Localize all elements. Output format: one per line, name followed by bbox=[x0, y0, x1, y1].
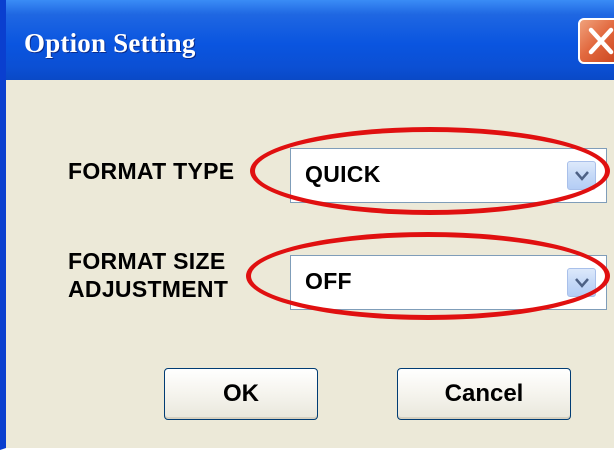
cancel-button[interactable]: Cancel bbox=[397, 368, 571, 420]
format-size-adjustment-value: OFF bbox=[305, 268, 352, 294]
format-type-value: QUICK bbox=[305, 161, 381, 187]
chevron-down-icon[interactable] bbox=[567, 161, 596, 190]
window-title: Option Setting bbox=[24, 28, 196, 58]
close-button[interactable] bbox=[578, 18, 614, 64]
format-size-adjustment-dropdown[interactable]: OFF bbox=[290, 255, 607, 310]
ok-button[interactable]: OK bbox=[164, 368, 318, 420]
format-type-dropdown[interactable]: QUICK bbox=[290, 148, 607, 203]
format-type-label: FORMAT TYPE bbox=[68, 158, 235, 184]
format-size-label-line1: FORMAT SIZE bbox=[68, 248, 226, 274]
format-size-label-line2: ADJUSTMENT bbox=[68, 276, 229, 302]
chevron-down-icon[interactable] bbox=[567, 268, 596, 297]
title-bar[interactable]: Option Setting bbox=[6, 0, 614, 80]
option-setting-dialog: Option Setting FORMAT TYPE QUICK FORMAT … bbox=[0, 0, 614, 450]
close-icon bbox=[588, 27, 614, 55]
